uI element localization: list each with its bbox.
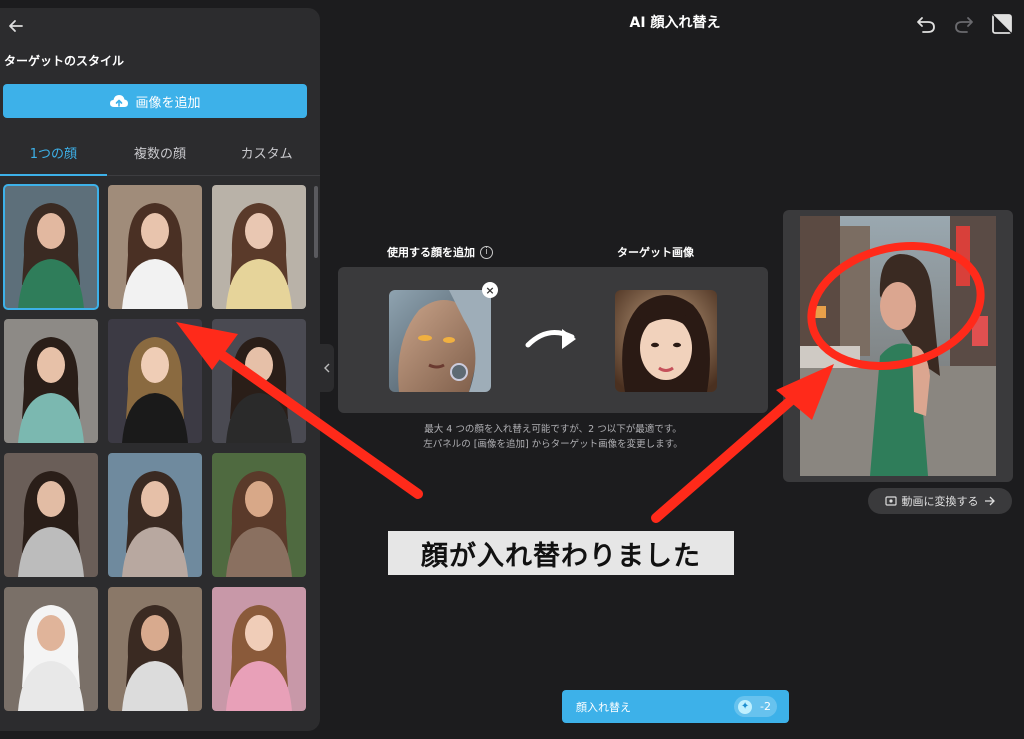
arrow-left-icon[interactable] <box>6 16 26 36</box>
face-swap-button[interactable]: 顔入れ替え ✦ -2 <box>562 690 789 723</box>
info-icon[interactable]: i <box>480 245 493 259</box>
video-icon <box>884 496 897 506</box>
style-tabs: 1つの顔 複数の顔 カスタム <box>0 130 320 176</box>
app-root: ターゲットのスタイル 画像を追加 1つの顔 複数の顔 カスタム AI 顔入れ替え <box>0 0 1024 739</box>
tab-custom[interactable]: カスタム <box>213 130 320 175</box>
style-thumbnail[interactable] <box>108 319 202 443</box>
style-thumbnail[interactable] <box>108 587 202 711</box>
redo-icon[interactable] <box>952 12 976 36</box>
style-thumbnail[interactable] <box>212 185 306 309</box>
hint-line-1: 最大 4 つの顔を入れ替え可能ですが、2 つ以下が最適です。 <box>424 424 682 435</box>
arrow-right-icon <box>984 496 995 506</box>
source-face-text: 使用する顔を追加 <box>387 246 475 259</box>
target-face-image[interactable] <box>615 290 717 392</box>
credit-cost-badge: ✦ -2 <box>734 696 777 717</box>
panel-scrollbar[interactable] <box>314 186 318 258</box>
face-swap-box <box>338 267 768 413</box>
tab-single-face[interactable]: 1つの顔 <box>0 130 107 176</box>
style-thumbnail[interactable] <box>3 184 99 310</box>
result-image[interactable] <box>800 216 996 476</box>
collapse-panel-handle[interactable] <box>320 344 334 392</box>
add-image-label: 画像を追加 <box>135 95 201 111</box>
add-image-button[interactable]: 画像を追加 <box>3 84 307 118</box>
section-title: ターゲットのスタイル <box>4 54 125 68</box>
cloud-upload-icon <box>110 95 129 107</box>
remove-face-button[interactable]: × <box>482 282 498 298</box>
undo-icon[interactable] <box>914 12 938 36</box>
credit-gem-icon: ✦ <box>738 699 753 714</box>
result-city-portrait <box>800 216 996 476</box>
convert-to-video-label: 動画に変換する <box>901 495 979 508</box>
robot-face-illustration <box>389 290 491 392</box>
style-thumbnail[interactable] <box>212 587 306 711</box>
hint-text: 最大 4 つの顔を入れ替え可能ですが、2 つ以下が最適です。 左パネルの [画像… <box>338 422 768 452</box>
annotation-caption: 顔が入れ替わりました <box>388 531 734 575</box>
page-title: AI 顔入れ替え <box>629 15 721 31</box>
hint-line-2: 左パネルの [画像を追加] からターゲット画像を変更します。 <box>423 439 683 450</box>
target-image-label: ターゲット画像 <box>617 246 694 259</box>
tab-multiple-faces[interactable]: 複数の顔 <box>107 130 214 175</box>
style-thumbnail[interactable] <box>4 587 98 711</box>
style-thumbnail[interactable] <box>4 319 98 443</box>
style-thumbnail[interactable] <box>212 319 306 443</box>
chevron-left-icon <box>324 363 330 373</box>
left-panel: ターゲットのスタイル 画像を追加 1つの顔 複数の顔 カスタム <box>0 8 320 731</box>
swap-arrow-icon <box>525 329 576 349</box>
convert-to-video-button[interactable]: 動画に変換する <box>868 488 1012 514</box>
credit-cost-value: -2 <box>760 700 771 713</box>
target-face-illustration <box>615 290 717 392</box>
source-face-image[interactable] <box>389 290 491 392</box>
face-swap-label: 顔入れ替え <box>576 701 631 714</box>
style-thumbnail[interactable] <box>108 185 202 309</box>
style-thumbnail[interactable] <box>108 453 202 577</box>
compare-icon[interactable] <box>990 12 1014 36</box>
style-thumbnail[interactable] <box>4 453 98 577</box>
source-face-label: 使用する顔を追加 i <box>387 244 493 260</box>
style-thumbnail[interactable] <box>212 453 306 577</box>
